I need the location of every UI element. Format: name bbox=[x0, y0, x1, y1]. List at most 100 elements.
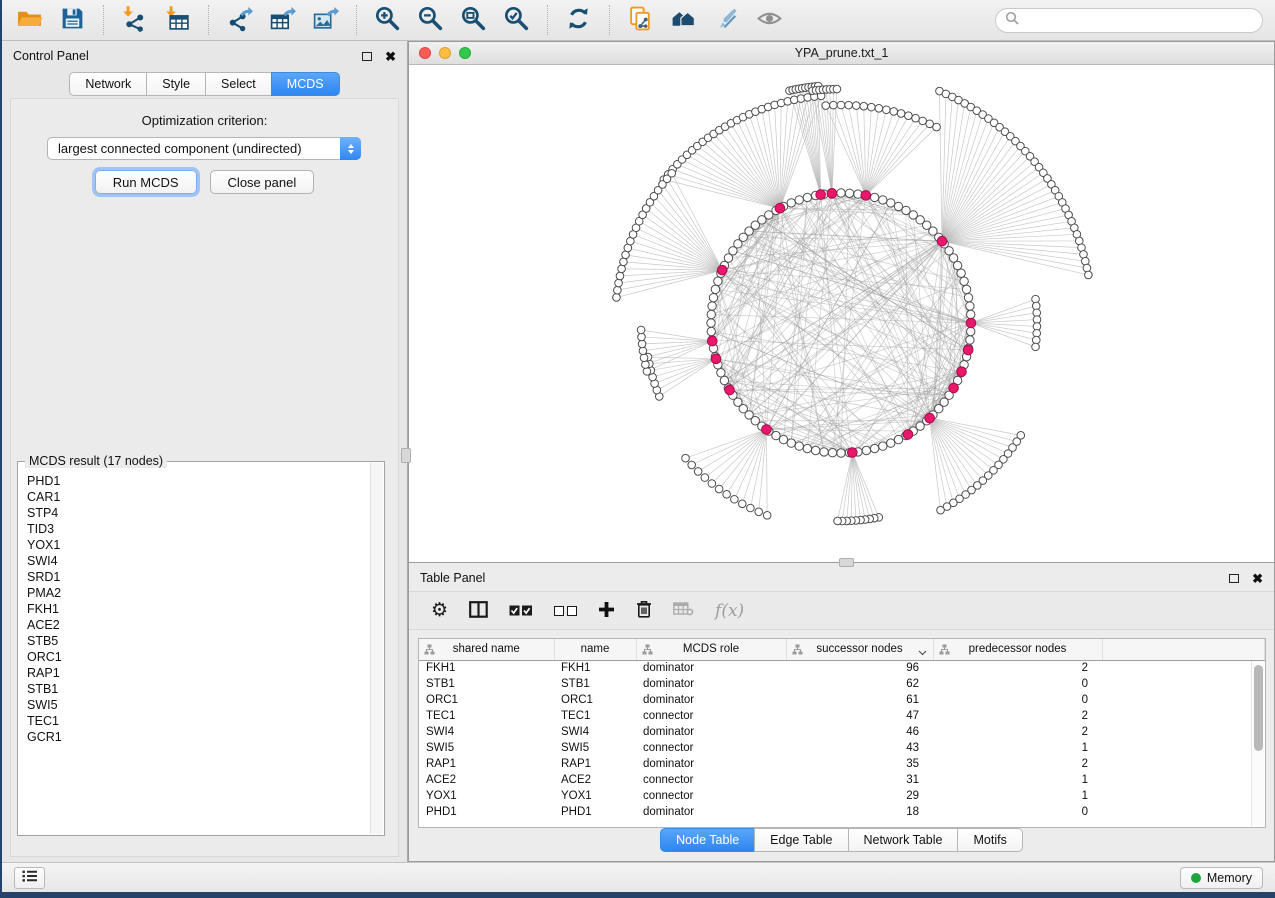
search-input[interactable] bbox=[1024, 13, 1253, 27]
mcds-result-item[interactable]: CAR1 bbox=[27, 489, 369, 505]
delete-rows-button[interactable] bbox=[636, 600, 652, 621]
table-cell[interactable]: connector bbox=[636, 708, 786, 724]
table-cell[interactable]: 0 bbox=[933, 676, 1102, 692]
table-cell[interactable]: SWI5 bbox=[419, 740, 554, 756]
mcds-result-item[interactable]: PHD1 bbox=[27, 473, 369, 489]
mcds-result-item[interactable]: STP4 bbox=[27, 505, 369, 521]
table-cell[interactable]: 1 bbox=[933, 740, 1102, 756]
table-cell[interactable]: RAP1 bbox=[419, 756, 554, 772]
zoom-selected-button[interactable] bbox=[501, 5, 532, 36]
table-cell[interactable]: ORC1 bbox=[419, 692, 554, 708]
table-cell[interactable]: 18 bbox=[786, 804, 933, 820]
table-row[interactable]: PHD1PHD1dominator180 bbox=[419, 804, 1265, 820]
table-cell[interactable]: connector bbox=[636, 740, 786, 756]
table-cell[interactable]: STB1 bbox=[554, 676, 636, 692]
select-all-rows-button[interactable] bbox=[509, 605, 533, 616]
export-network-button[interactable] bbox=[224, 5, 255, 36]
dominator-node[interactable] bbox=[925, 413, 935, 423]
table-cell[interactable]: 2 bbox=[933, 756, 1102, 772]
dominator-node[interactable] bbox=[848, 448, 858, 458]
float-panel-icon[interactable] bbox=[1229, 574, 1239, 583]
table-cell[interactable]: 0 bbox=[933, 692, 1102, 708]
show-graphics-details-button[interactable] bbox=[754, 5, 785, 36]
dominator-node[interactable] bbox=[966, 318, 976, 328]
first-neighbors-button[interactable] bbox=[668, 5, 699, 36]
network-window-titlebar[interactable]: YPA_prune.txt_1 bbox=[409, 42, 1274, 65]
import-network-button[interactable] bbox=[119, 5, 150, 36]
new-network-from-selection-button[interactable] bbox=[625, 5, 656, 36]
close-panel-icon[interactable]: ✖ bbox=[1252, 572, 1263, 585]
column-header-name[interactable]: name bbox=[554, 639, 636, 660]
table-row[interactable]: YOX1YOX1connector291 bbox=[419, 788, 1265, 804]
export-image-button[interactable] bbox=[310, 5, 341, 36]
hide-annotations-button[interactable] bbox=[711, 5, 742, 36]
table-row[interactable]: SWI5SWI5connector431 bbox=[419, 740, 1265, 756]
table-cell[interactable]: YOX1 bbox=[419, 788, 554, 804]
tab-edge-table[interactable]: Edge Table bbox=[754, 828, 847, 852]
table-row[interactable]: SWI4SWI4dominator462 bbox=[419, 724, 1265, 740]
table-cell[interactable]: SWI4 bbox=[554, 724, 636, 740]
mcds-list-scrollbar[interactable] bbox=[370, 463, 383, 834]
dominator-node[interactable] bbox=[711, 354, 721, 364]
tab-select[interactable]: Select bbox=[205, 72, 271, 96]
dominator-node[interactable] bbox=[861, 191, 871, 201]
task-history-button[interactable] bbox=[14, 867, 45, 889]
zoom-fit-button[interactable] bbox=[458, 5, 489, 36]
tab-style[interactable]: Style bbox=[146, 72, 205, 96]
table-cell[interactable]: 1 bbox=[933, 788, 1102, 804]
table-cell[interactable]: SWI4 bbox=[419, 724, 554, 740]
mcds-result-item[interactable]: PMA2 bbox=[27, 585, 369, 601]
table-cell[interactable]: PHD1 bbox=[419, 804, 554, 820]
column-header-predecessor-nodes[interactable]: predecessor nodes bbox=[933, 639, 1102, 660]
table-row[interactable]: ORC1ORC1dominator610 bbox=[419, 692, 1265, 708]
table-cell[interactable]: SWI5 bbox=[554, 740, 636, 756]
optimization-criterion-select[interactable]: largest connected component (undirected) bbox=[47, 137, 361, 160]
table-row[interactable]: RAP1RAP1dominator352 bbox=[419, 756, 1265, 772]
column-header-mcds-role[interactable]: MCDS role bbox=[636, 639, 786, 660]
dominator-node[interactable] bbox=[816, 190, 826, 200]
horizontal-split-handle[interactable] bbox=[839, 558, 854, 567]
table-row[interactable]: TEC1TEC1connector472 bbox=[419, 708, 1265, 724]
dominator-node[interactable] bbox=[957, 367, 967, 377]
table-cell[interactable]: 47 bbox=[786, 708, 933, 724]
dominator-node[interactable] bbox=[963, 345, 973, 355]
table-cell[interactable]: 46 bbox=[786, 724, 933, 740]
close-window-icon[interactable] bbox=[419, 47, 431, 59]
minimize-window-icon[interactable] bbox=[439, 47, 451, 59]
tab-mcds[interactable]: MCDS bbox=[271, 72, 340, 96]
table-cell[interactable]: ACE2 bbox=[554, 772, 636, 788]
mcds-result-item[interactable]: RAP1 bbox=[27, 665, 369, 681]
run-mcds-button[interactable]: Run MCDS bbox=[95, 170, 197, 194]
close-panel-icon[interactable]: ✖ bbox=[385, 50, 396, 63]
tab-motifs[interactable]: Motifs bbox=[957, 828, 1022, 852]
table-cell[interactable]: 35 bbox=[786, 756, 933, 772]
table-row[interactable]: STB1STB1dominator620 bbox=[419, 676, 1265, 692]
table-cell[interactable]: dominator bbox=[636, 676, 786, 692]
tab-network-table[interactable]: Network Table bbox=[848, 828, 958, 852]
mcds-result-item[interactable]: TEC1 bbox=[27, 713, 369, 729]
table-cell[interactable]: dominator bbox=[636, 724, 786, 740]
table-scrollbar[interactable] bbox=[1251, 661, 1265, 826]
table-cell[interactable]: dominator bbox=[636, 804, 786, 820]
table-row[interactable]: ACE2ACE2connector311 bbox=[419, 772, 1265, 788]
add-row-button[interactable] bbox=[598, 601, 615, 621]
dominator-node[interactable] bbox=[707, 336, 717, 346]
table-cell[interactable]: dominator bbox=[636, 660, 786, 676]
table-cell[interactable]: connector bbox=[636, 772, 786, 788]
table-cell[interactable]: 96 bbox=[786, 660, 933, 676]
deselect-all-rows-button[interactable] bbox=[554, 606, 577, 616]
mcds-result-item[interactable]: SWI4 bbox=[27, 553, 369, 569]
table-cell[interactable]: FKH1 bbox=[419, 660, 554, 676]
dominator-node[interactable] bbox=[937, 236, 947, 246]
table-cell[interactable]: TEC1 bbox=[554, 708, 636, 724]
import-table-button[interactable] bbox=[162, 5, 193, 36]
table-row[interactable]: FKH1FKH1dominator962 bbox=[419, 660, 1265, 676]
mcds-result-item[interactable]: ORC1 bbox=[27, 649, 369, 665]
open-session-button[interactable] bbox=[14, 5, 45, 36]
close-panel-button[interactable]: Close panel bbox=[210, 170, 315, 194]
mcds-result-item[interactable]: YOX1 bbox=[27, 537, 369, 553]
mcds-result-item[interactable]: STB5 bbox=[27, 633, 369, 649]
table-cell[interactable]: 2 bbox=[933, 708, 1102, 724]
table-cell[interactable]: 1 bbox=[933, 772, 1102, 788]
table-cell[interactable]: YOX1 bbox=[554, 788, 636, 804]
